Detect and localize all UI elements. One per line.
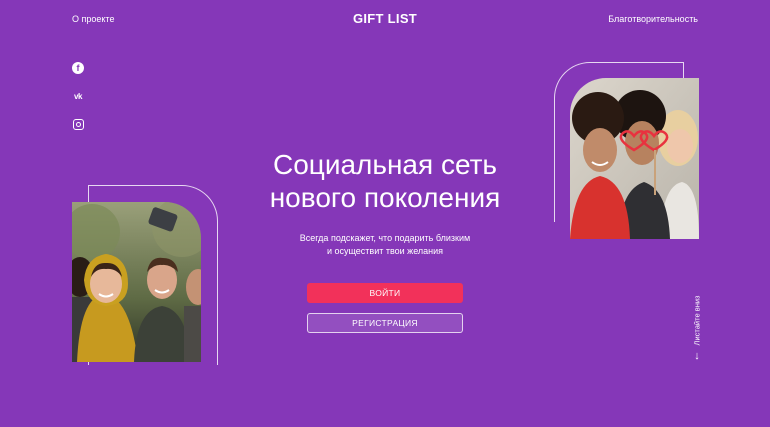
hero-subtitle: Всегда подскажет, что подарить близким и… xyxy=(0,232,770,258)
instagram-icon[interactable] xyxy=(72,118,84,130)
arrow-down-icon[interactable]: ↓ xyxy=(690,350,704,362)
scroll-down-label: Листайте вниз xyxy=(692,295,702,345)
vk-icon[interactable]: vk xyxy=(72,90,84,102)
hero-title-line2: нового поколения xyxy=(269,182,501,213)
friends-selfie-photo xyxy=(72,202,201,362)
hero-subtitle-line1: Всегда подскажет, что подарить близким xyxy=(299,233,471,243)
hero-title-line1: Социальная сеть xyxy=(273,149,497,180)
nav-link-charity[interactable]: Благотворительность xyxy=(608,14,698,24)
register-button[interactable]: РЕГИСТРАЦИЯ xyxy=(307,313,463,333)
scroll-down-hint[interactable]: Листайте вниз xyxy=(690,290,704,350)
login-button[interactable]: ВОЙТИ xyxy=(307,283,463,303)
facebook-icon[interactable]: f xyxy=(72,62,84,74)
hero-subtitle-line2: и осуществит твои желания xyxy=(326,246,444,256)
hero-title: Социальная сеть нового поколения xyxy=(0,148,770,214)
